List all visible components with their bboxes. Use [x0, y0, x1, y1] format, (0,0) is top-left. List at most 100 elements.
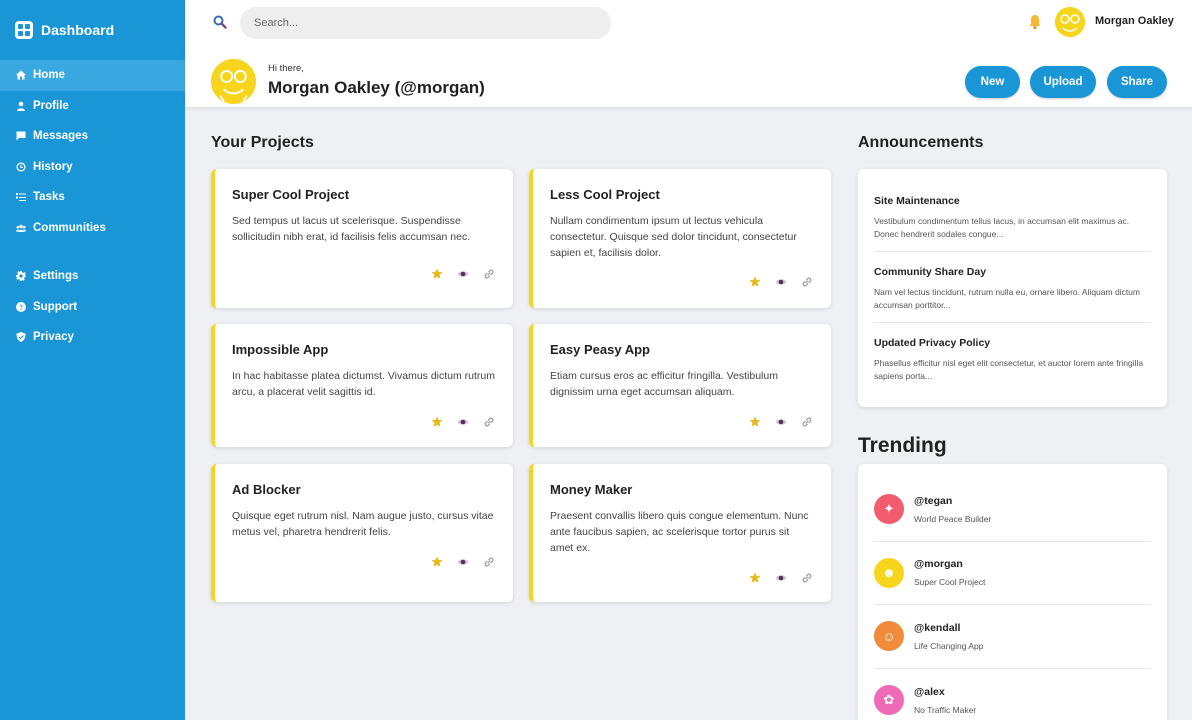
greeting-label: Hi there,	[268, 63, 304, 74]
announcements-panel: Site Maintenance Vestibulum condimentum …	[858, 169, 1167, 407]
trending-item[interactable]: ✿ @alex No Traffic Maker	[858, 669, 1167, 720]
project-actions	[431, 416, 495, 428]
sidebar: Dashboard Home Profile Messages History …	[0, 0, 185, 720]
avatar[interactable]	[1055, 7, 1085, 37]
eye-icon[interactable]	[457, 416, 469, 428]
bell-icon[interactable]	[1028, 14, 1042, 30]
eye-icon[interactable]	[457, 268, 469, 280]
eye-icon[interactable]	[775, 416, 787, 428]
trending-item[interactable]: ☻ @morgan Super Cool Project	[858, 542, 1167, 605]
sidebar-item-profile[interactable]: Profile	[0, 91, 185, 122]
sidebar-item-label: Communities	[33, 221, 106, 234]
sidebar-item-label: Support	[33, 300, 78, 313]
project-card[interactable]: Impossible App In hac habitasse platea d…	[211, 324, 513, 447]
project-title: Money Maker	[550, 482, 633, 497]
brand-title: Dashboard	[41, 22, 115, 38]
trending-handle: @tegan	[914, 494, 953, 507]
brand[interactable]: Dashboard	[0, 0, 185, 60]
star-icon[interactable]	[431, 416, 443, 428]
project-card[interactable]: Ad Blocker Quisque eget rutrum nisl. Nam…	[211, 464, 513, 602]
sidebar-item-label: Profile	[33, 99, 69, 112]
star-icon[interactable]	[431, 268, 443, 280]
announcement-text: Phasellus efficitur nisl eget elit conse…	[874, 358, 1144, 381]
avatar-image-icon	[211, 59, 256, 104]
search-icon[interactable]	[213, 15, 227, 29]
link-icon[interactable]	[801, 276, 813, 288]
project-title: Easy Peasy App	[550, 342, 650, 357]
trending-description: No Traffic Maker	[914, 704, 977, 715]
announcement-title: Community Share Day	[874, 266, 987, 278]
group-icon	[16, 224, 26, 232]
announcement-item[interactable]: Updated Privacy Policy Phasellus efficit…	[858, 323, 1167, 393]
greeting-header: Hi there, Morgan Oakley (@morgan) New Up…	[185, 45, 1192, 107]
project-card[interactable]: Money Maker Praesent convallis libero qu…	[529, 464, 831, 602]
sidebar-item-messages[interactable]: Messages	[0, 121, 185, 152]
project-actions	[749, 276, 813, 288]
project-card[interactable]: Super Cool Project Sed tempus ut lacus u…	[211, 169, 513, 308]
sidebar-item-privacy[interactable]: Privacy	[0, 322, 185, 353]
project-actions	[431, 556, 495, 568]
avatar-image-icon	[1055, 7, 1085, 37]
share-button[interactable]: Share	[1107, 66, 1167, 98]
link-icon[interactable]	[483, 416, 495, 428]
sidebar-item-label: History	[33, 160, 73, 173]
project-title: Impossible App	[232, 342, 329, 357]
clock-icon	[16, 162, 26, 172]
shield-icon	[16, 332, 26, 343]
link-icon[interactable]	[801, 416, 813, 428]
upload-button[interactable]: Upload	[1030, 66, 1096, 98]
project-description: Nullam condimentum ipsum ut lectus vehic…	[550, 215, 797, 259]
nav-divider	[0, 243, 185, 261]
project-description: Sed tempus ut lacus ut scelerisque. Susp…	[232, 215, 471, 243]
announcement-item[interactable]: Community Share Day Nam vel lectus tinci…	[858, 252, 1167, 323]
trending-title: Trending	[858, 434, 947, 457]
project-card[interactable]: Less Cool Project Nullam condimentum ips…	[529, 169, 831, 308]
link-icon[interactable]	[483, 268, 495, 280]
gear-icon	[16, 271, 26, 282]
avatar: ✿	[874, 685, 904, 716]
star-icon[interactable]	[749, 416, 761, 428]
chat-icon	[16, 131, 26, 141]
announcement-title: Site Maintenance	[874, 195, 960, 207]
greeting-name: Morgan Oakley (@morgan)	[268, 78, 485, 97]
dashboard-icon	[15, 21, 33, 39]
project-description: Etiam cursus eros ac efficitur fringilla…	[550, 370, 778, 398]
avatar: ☺	[874, 621, 904, 652]
sidebar-item-label: Tasks	[33, 191, 65, 204]
announcement-title: Updated Privacy Policy	[874, 337, 991, 349]
sidebar-item-home[interactable]: Home	[0, 60, 185, 91]
project-card[interactable]: Easy Peasy App Etiam cursus eros ac effi…	[529, 324, 831, 447]
search-input[interactable]	[240, 7, 611, 39]
project-actions	[749, 416, 813, 428]
sidebar-item-support[interactable]: Support	[0, 292, 185, 323]
sidebar-item-history[interactable]: History	[0, 152, 185, 183]
help-icon	[16, 301, 26, 312]
eye-icon[interactable]	[457, 556, 469, 568]
project-title: Ad Blocker	[232, 482, 301, 497]
avatar: ✦	[874, 494, 904, 525]
star-icon[interactable]	[749, 572, 761, 584]
star-icon[interactable]	[431, 556, 443, 568]
trending-description: Life Changing App	[914, 640, 984, 651]
project-description: In hac habitasse platea dictumst. Vivamu…	[232, 370, 496, 398]
home-icon	[16, 70, 26, 80]
project-description: Quisque eget rutrum nisl. Nam augue just…	[232, 510, 494, 538]
star-icon[interactable]	[749, 276, 761, 288]
announcement-item[interactable]: Site Maintenance Vestibulum condimentum …	[858, 181, 1167, 252]
link-icon[interactable]	[801, 572, 813, 584]
new-button[interactable]: New	[965, 66, 1020, 98]
user-name[interactable]: Morgan Oakley	[1095, 15, 1174, 27]
project-title: Super Cool Project	[232, 187, 350, 202]
trending-item[interactable]: ☺ @kendall Life Changing App	[858, 605, 1167, 669]
sidebar-item-settings[interactable]: Settings	[0, 261, 185, 292]
sidebar-item-tasks[interactable]: Tasks	[0, 182, 185, 213]
sidebar-item-communities[interactable]: Communities	[0, 213, 185, 244]
project-description: Praesent convallis libero quis congue el…	[550, 510, 809, 554]
eye-icon[interactable]	[775, 572, 787, 584]
eye-icon[interactable]	[775, 276, 787, 288]
trending-item[interactable]: ✦ @tegan World Peace Builder	[858, 478, 1167, 542]
announcement-text: Vestibulum condimentum tellus lacus, in …	[874, 216, 1130, 239]
trending-handle: @kendall	[914, 621, 961, 634]
trending-handle: @alex	[914, 685, 945, 698]
link-icon[interactable]	[483, 556, 495, 568]
